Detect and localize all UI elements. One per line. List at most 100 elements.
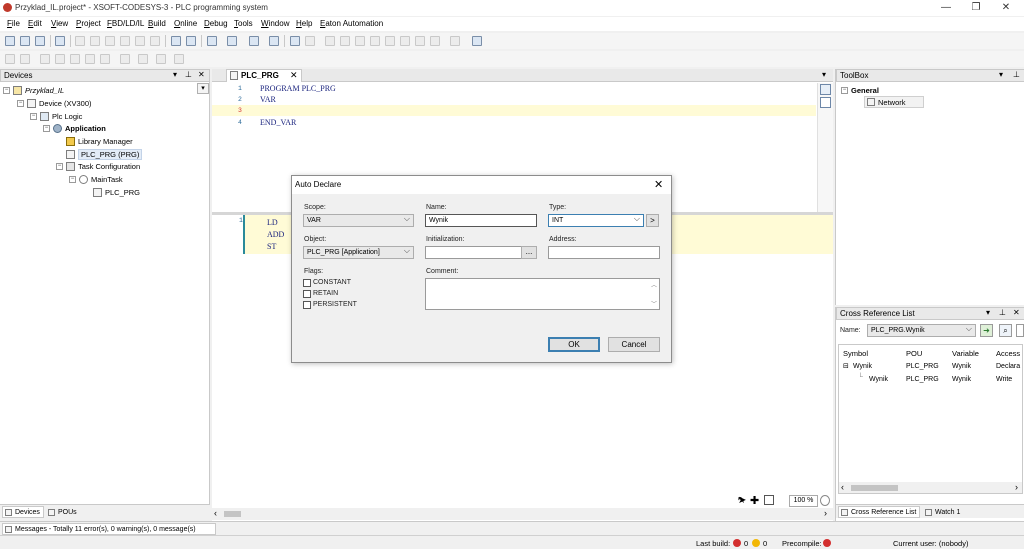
pin-icon[interactable]: ⊥ xyxy=(185,70,192,79)
collapse-icon[interactable]: − xyxy=(841,86,848,94)
window-icon[interactable] xyxy=(207,36,217,46)
column-header-access[interactable]: Access xyxy=(996,349,1020,358)
paste-icon[interactable] xyxy=(135,36,145,46)
select-tool-icon[interactable]: ↖ xyxy=(737,495,745,506)
find-icon[interactable] xyxy=(171,36,181,46)
menu-online[interactable]: Online xyxy=(174,19,197,28)
login-icon[interactable] xyxy=(290,36,300,46)
menu-help[interactable]: Help xyxy=(296,19,312,28)
zoom-fit-icon[interactable] xyxy=(764,495,774,505)
retain-checkbox[interactable] xyxy=(303,290,311,298)
menu-view[interactable]: View xyxy=(51,19,68,28)
menu-file[interactable]: File xyxy=(7,19,20,28)
collapse-icon[interactable]: ⊟ xyxy=(843,362,849,370)
xref-options-icon[interactable] xyxy=(1016,324,1024,337)
tree-item-task-configuration[interactable]: − Task Configuration xyxy=(56,160,140,172)
tab-devices[interactable]: Devices xyxy=(2,506,44,518)
scroll-thumb[interactable] xyxy=(851,485,898,491)
column-header-pou[interactable]: POU xyxy=(906,349,922,358)
step-over-icon[interactable] xyxy=(370,36,380,46)
tab-plc-prg[interactable]: PLC_PRG ✕ xyxy=(226,69,302,82)
collapse-icon[interactable]: − xyxy=(17,99,24,107)
reset-icon[interactable] xyxy=(355,36,365,46)
replace-icon[interactable] xyxy=(186,36,196,46)
tab-cross-reference-list[interactable]: Cross Reference List xyxy=(838,506,920,518)
tree-item-device[interactable]: − Device (XV300) xyxy=(17,97,92,109)
tree-item-application[interactable]: − Application xyxy=(43,122,106,134)
declaration-scrollbar[interactable] xyxy=(817,83,833,212)
close-window-button[interactable]: ✕ xyxy=(998,2,1014,14)
scroll-right-icon[interactable]: › xyxy=(824,508,827,518)
device-manager-icon[interactable] xyxy=(269,36,279,46)
zoom-level[interactable]: 100 % xyxy=(789,495,818,507)
precompile-error-icon[interactable] xyxy=(823,538,831,548)
column-header-variable[interactable]: Variable xyxy=(952,349,979,358)
address-input[interactable] xyxy=(548,246,660,259)
network-insert-icon[interactable] xyxy=(5,54,15,64)
object-select[interactable]: PLC_PRG [Application] xyxy=(303,246,414,259)
panel-dropdown-icon[interactable]: ▾ xyxy=(173,70,177,79)
initialization-browse-button[interactable]: ... xyxy=(521,246,537,259)
close-tab-icon[interactable]: ✕ xyxy=(290,70,298,81)
collapse-icon[interactable]: − xyxy=(30,112,37,120)
collapse-icon[interactable]: − xyxy=(43,124,50,132)
devices-dropdown-button[interactable]: ▾ xyxy=(197,83,209,94)
coil-insert-icon[interactable] xyxy=(70,54,80,64)
tree-item-plc-prg[interactable]: PLC_PRG (PRG) xyxy=(66,148,143,160)
scroll-left-icon[interactable]: ‹ xyxy=(841,482,844,492)
menu-fbd-ld-il[interactable]: FBD/LD/IL xyxy=(107,19,144,28)
type-selector-button[interactable]: > xyxy=(646,214,659,227)
tab-list-dropdown-icon[interactable]: ▾ xyxy=(822,70,826,79)
toolbox-group-general[interactable]: − General xyxy=(841,84,879,96)
save-icon[interactable] xyxy=(35,36,45,46)
table-row[interactable]: ⊟ Wynik PLC_PRG Wynik Declara xyxy=(839,361,1022,373)
network-below-icon[interactable] xyxy=(20,54,30,64)
toolbar-options-icon[interactable] xyxy=(472,36,482,46)
tree-item-plc-logic[interactable]: − Plc Logic xyxy=(30,110,82,122)
start-icon[interactable] xyxy=(325,36,335,46)
run-to-cursor-icon[interactable] xyxy=(415,36,425,46)
table-row[interactable]: └ Wynik PLC_PRG Wynik Write xyxy=(839,374,1022,386)
type-select[interactable]: INT xyxy=(548,214,644,227)
zoom-icon[interactable] xyxy=(820,495,830,506)
open-project-icon[interactable] xyxy=(20,36,30,46)
collapse-icon[interactable]: − xyxy=(3,86,10,94)
constant-checkbox[interactable] xyxy=(303,279,311,287)
print-icon[interactable] xyxy=(55,36,65,46)
column-header-symbol[interactable]: Symbol xyxy=(843,349,868,358)
close-dialog-icon[interactable]: ✕ xyxy=(654,178,663,191)
box-insert-icon[interactable] xyxy=(40,54,50,64)
new-project-icon[interactable] xyxy=(5,36,15,46)
delete-icon[interactable] xyxy=(150,36,160,46)
cancel-button[interactable]: Cancel xyxy=(608,337,660,352)
editor-horizontal-scrollbar[interactable]: ‹ › xyxy=(212,508,833,520)
xref-name-combo[interactable]: PLC_PRG.Wynik xyxy=(867,324,976,337)
collapse-icon[interactable]: − xyxy=(69,175,76,183)
comment-textarea[interactable]: ︿ ﹀ xyxy=(425,278,660,310)
initialization-input[interactable] xyxy=(425,246,522,259)
build-dropdown-icon[interactable] xyxy=(227,36,237,46)
minimize-button[interactable]: — xyxy=(938,2,954,14)
undo-icon[interactable] xyxy=(75,36,85,46)
tab-watch-1[interactable]: Watch 1 xyxy=(923,506,967,518)
scroll-up-icon[interactable]: ︿ xyxy=(651,280,657,289)
scroll-right-icon[interactable]: › xyxy=(1015,482,1018,492)
close-panel-icon[interactable]: ✕ xyxy=(1013,308,1020,317)
parallel-branch-icon[interactable] xyxy=(156,54,166,64)
messages-tab[interactable]: Messages - Totally 11 error(s), 0 warnin… xyxy=(2,523,216,535)
scope-select[interactable]: VAR xyxy=(303,214,414,227)
rebuild-icon[interactable] xyxy=(249,36,259,46)
close-panel-icon[interactable]: ✕ xyxy=(198,70,205,79)
copy-icon[interactable] xyxy=(120,36,130,46)
move-tool-icon[interactable]: ✚ xyxy=(750,494,759,507)
menu-debug[interactable]: Debug xyxy=(204,19,228,28)
contact-insert-icon[interactable] xyxy=(55,54,65,64)
negate-icon[interactable] xyxy=(120,54,130,64)
collapse-icon[interactable]: − xyxy=(56,162,63,170)
return-insert-icon[interactable] xyxy=(100,54,110,64)
maximize-button[interactable]: ❐ xyxy=(968,2,984,14)
go-arrow-icon[interactable]: ➜ xyxy=(980,324,993,337)
menu-tools[interactable]: Tools xyxy=(234,19,253,28)
logout-icon[interactable] xyxy=(305,36,315,46)
xref-horizontal-scrollbar[interactable]: ‹ › xyxy=(839,482,1022,493)
